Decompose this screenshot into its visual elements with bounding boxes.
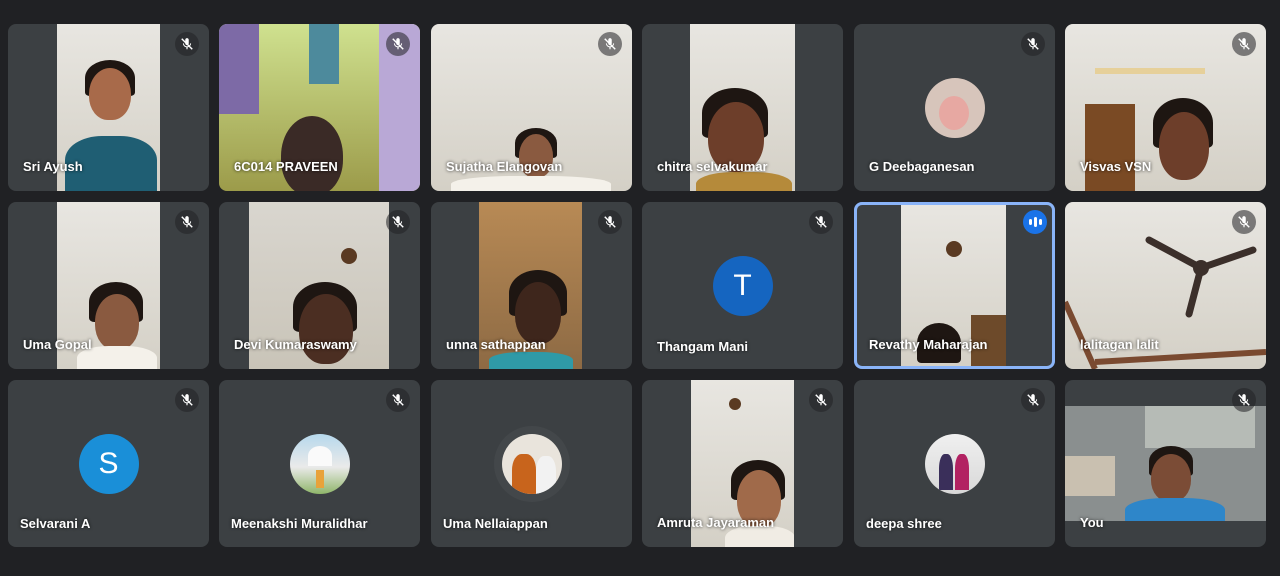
participant-name: Sujatha Elangovan <box>446 159 563 174</box>
participant-name: 6C014 PRAVEEN <box>234 159 338 174</box>
participant-tile[interactable]: Visvas VSN <box>1065 24 1266 191</box>
participant-tile[interactable]: 6C014 PRAVEEN <box>219 24 420 191</box>
avatar-initial: S <box>78 433 139 494</box>
participant-tile[interactable]: Uma Nellaiappan <box>431 380 632 547</box>
participant-name: Thangam Mani <box>657 339 749 354</box>
profile-photo <box>501 433 562 494</box>
participant-tile[interactable]: Devi Kumaraswamy <box>219 202 420 369</box>
mic-off-icon <box>1232 32 1256 56</box>
participant-name: deepa shree <box>866 516 942 531</box>
participant-tile[interactable]: Meenakshi Muralidhar <box>219 380 420 547</box>
participant-name: Visvas VSN <box>1080 159 1152 174</box>
participant-name: Sri Ayush <box>23 159 83 174</box>
self-video-feed <box>1065 406 1266 521</box>
participant-name: lalitagan lalit <box>1080 337 1159 352</box>
profile-photo <box>924 433 985 494</box>
mic-off-icon <box>1232 210 1256 234</box>
participant-tile[interactable]: chitra selvakumar <box>642 24 843 191</box>
participant-tile[interactable]: unna sathappan <box>431 202 632 369</box>
participant-tile[interactable]: Amruta Jayaraman <box>642 380 843 547</box>
mic-off-icon <box>1021 388 1045 412</box>
mic-off-icon <box>175 210 199 234</box>
mic-off-icon <box>386 210 410 234</box>
participant-name: G Deebaganesan <box>869 159 975 174</box>
mic-off-icon <box>386 388 410 412</box>
participant-name: You <box>1080 515 1104 530</box>
audio-level-icon <box>1023 210 1047 234</box>
participant-name: unna sathappan <box>446 337 546 352</box>
participant-name: Devi Kumaraswamy <box>234 337 357 352</box>
participant-tile[interactable]: G Deebaganesan <box>854 24 1055 191</box>
avatar-initial: T <box>712 255 773 316</box>
participant-tile[interactable]: Uma Gopal <box>8 202 209 369</box>
mic-off-icon <box>809 388 833 412</box>
participant-name: chitra selvakumar <box>657 159 768 174</box>
participant-name: Revathy Maharajan <box>869 337 988 352</box>
mic-off-icon <box>1232 388 1256 412</box>
participant-name: Selvarani A <box>20 516 91 531</box>
participant-tile-speaking[interactable]: Revathy Maharajan <box>854 202 1055 369</box>
mic-off-icon <box>598 210 622 234</box>
participant-tile[interactable]: S Selvarani A <box>8 380 209 547</box>
mic-off-icon <box>175 32 199 56</box>
participant-name: Amruta Jayaraman <box>657 515 775 530</box>
profile-photo <box>289 433 350 494</box>
participant-tile[interactable]: Sri Ayush <box>8 24 209 191</box>
participant-tile-self[interactable]: You <box>1065 380 1266 547</box>
mic-off-icon <box>175 388 199 412</box>
participant-tile[interactable]: Sujatha Elangovan <box>431 24 632 191</box>
profile-photo <box>924 77 985 138</box>
participant-tile[interactable]: lalitagan lalit <box>1065 202 1266 369</box>
participant-tile[interactable]: deepa shree <box>854 380 1055 547</box>
mic-off-icon <box>1021 32 1045 56</box>
participant-tile[interactable]: T Thangam Mani <box>642 202 843 369</box>
participant-grid: Sri Ayush 6C014 PRAVEEN Sujatha Elangova… <box>8 24 1272 547</box>
mic-off-icon <box>598 32 622 56</box>
mic-off-icon <box>386 32 410 56</box>
participant-name: Uma Gopal <box>23 337 92 352</box>
mic-off-icon <box>809 210 833 234</box>
participant-name: Uma Nellaiappan <box>443 516 548 531</box>
participant-name: Meenakshi Muralidhar <box>231 516 368 531</box>
